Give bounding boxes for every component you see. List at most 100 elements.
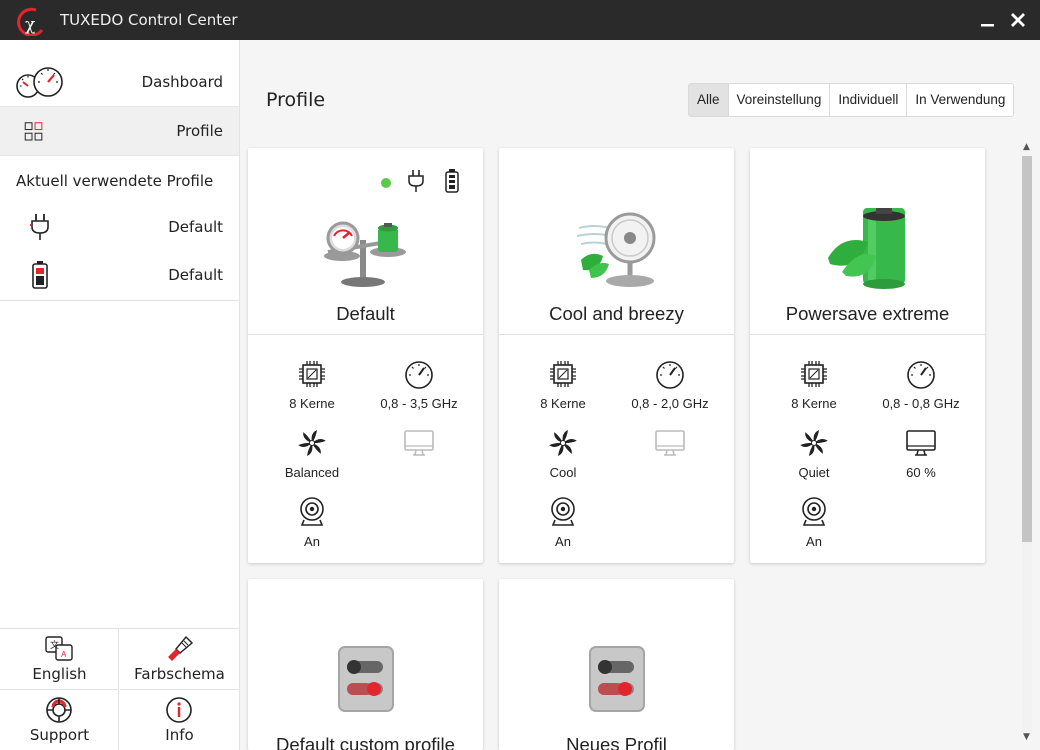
fan-icon [549,430,577,456]
spec-display-disabled [364,427,474,459]
lifebuoy-icon [46,697,72,723]
sidebar-item-label: Profile [176,122,223,140]
spec-webcam-value: An [806,534,822,549]
sidebar-item-profile[interactable]: Profile [0,107,239,156]
cpu-icon [801,361,827,387]
scrollbar-thumb[interactable] [1022,156,1032,542]
speedometer-icon [656,361,684,389]
plug-icon [30,214,49,240]
language-icon: 文 A [45,636,73,661]
spec-display: 60 % [866,427,976,480]
divider [499,334,734,335]
profile-name: Powersave extreme [785,303,950,324]
profile-filter: Alle Voreinstellung Individuell In Verwe… [688,83,1015,117]
spec-cpu-cores: 8 Kerne [257,358,367,411]
spec-cpu-frequency: 0,8 - 0,8 GHz [866,358,976,411]
filter-all[interactable]: Alle [689,84,728,116]
profile-card-powersave-extreme[interactable]: Powersave extreme 8 Kerne 0,8 - 0,8 GHz [750,148,985,563]
minimize-button[interactable] [978,10,998,30]
tuxedo-logo-icon: χ [17,7,44,36]
monitor-icon [655,430,685,456]
spec-cpu-frequency: 0,8 - 3,5 GHz [364,358,474,411]
color-scheme-label: Farbschema [134,665,225,683]
divider [750,334,985,335]
spec-webcam: An [257,496,367,549]
spec-cores-value: 8 Kerne [540,396,586,411]
info-button[interactable]: Info [120,690,239,750]
fan-icon [800,430,828,456]
spec-fan-value: Balanced [284,465,340,480]
monitor-icon [404,430,434,456]
profile-name: Default custom profile [276,734,455,750]
filter-in-use[interactable]: In Verwendung [906,84,1013,116]
window-title: TUXEDO Control Center [60,11,238,29]
scroll-down-icon[interactable]: ▼ [1023,732,1030,742]
spec-cpu-cores: 8 Kerne [759,358,869,411]
speedometer-icon [907,361,935,389]
spec-cpu-cores: 8 Kerne [508,358,618,411]
spec-display-value: 60 % [906,465,936,480]
profile-card-default[interactable]: Default 8 Kerne 0,8 - 3,5 GHz Balanced A… [248,148,483,563]
spec-cpu-frequency: 0,8 - 2,0 GHz [615,358,725,411]
filter-custom[interactable]: Individuell [829,84,906,116]
profile-grid-icon [24,122,43,141]
toggle-switches-illustration [338,646,394,712]
spec-freq-value: 0,8 - 0,8 GHz [882,396,960,411]
sidebar-item-label: Dashboard [141,73,223,91]
spec-fan: Cool [508,427,618,480]
main-scrollbar[interactable]: ▲ ▼ [1020,142,1034,746]
dashboard-gauges-icon [16,67,63,98]
spec-display-disabled [615,427,725,459]
scroll-up-icon[interactable]: ▲ [1023,142,1030,152]
used-profile-ac-value: Default [168,218,223,236]
info-label: Info [165,726,194,744]
profile-card-cool-and-breezy[interactable]: Cool and breezy 8 Kerne 0,8 - 2,0 GHz Co… [499,148,734,563]
language-button[interactable]: 文 A English [0,629,119,690]
spec-webcam: An [759,496,869,549]
used-profiles-heading: Aktuell verwendete Profile [16,172,214,190]
profile-card-default-custom-profile[interactable]: Default custom profile [248,579,483,750]
cpu-icon [550,361,576,387]
webcam-icon [802,497,826,526]
svg-text:文: 文 [50,639,59,651]
divider [0,300,239,301]
sidebar-item-dashboard[interactable]: Dashboard [0,58,239,107]
spec-freq-value: 0,8 - 2,0 GHz [631,396,709,411]
webcam-icon [300,497,324,526]
support-button[interactable]: Support [0,690,119,750]
spec-webcam-value: An [304,534,320,549]
page-title: Profile [266,89,326,111]
profile-name: Default [336,303,395,324]
spec-cores-value: 8 Kerne [289,396,335,411]
speedometer-icon [405,361,433,389]
spec-fan: Balanced [257,427,367,480]
webcam-icon [551,497,575,526]
cpu-icon [299,361,325,387]
divider [248,334,483,335]
filter-preset[interactable]: Voreinstellung [727,84,830,116]
used-profile-battery-value: Default [168,266,223,284]
spec-webcam-value: An [555,534,571,549]
profile-card-neues-profil[interactable]: Neues Profil [499,579,734,750]
battery-icon [32,261,48,289]
sidebar-bottom-grid: 文 A English Farbschema Support Info [0,628,239,750]
info-icon [166,697,192,723]
used-profile-ac: Default [0,208,239,248]
spec-cores-value: 8 Kerne [791,396,837,411]
toggle-switches-illustration [589,646,645,712]
brush-icon [168,635,194,661]
title-bar: χ TUXEDO Control Center [0,0,1040,40]
close-button[interactable] [1008,10,1028,30]
spec-freq-value: 0,8 - 3,5 GHz [380,396,458,411]
spec-webcam: An [508,496,618,549]
spec-fan-value: Quiet [798,465,830,480]
spec-fan-value: Cool [549,465,577,480]
color-scheme-button[interactable]: Farbschema [120,629,239,690]
support-label: Support [29,726,90,744]
spec-fan: Quiet [759,427,869,480]
sidebar: Dashboard Profile Aktuell verwendete Pro… [0,40,240,750]
used-profile-battery: Default [0,256,239,296]
profile-name: Cool and breezy [549,303,684,324]
fan-icon [298,430,326,456]
svg-text:A: A [61,650,67,659]
